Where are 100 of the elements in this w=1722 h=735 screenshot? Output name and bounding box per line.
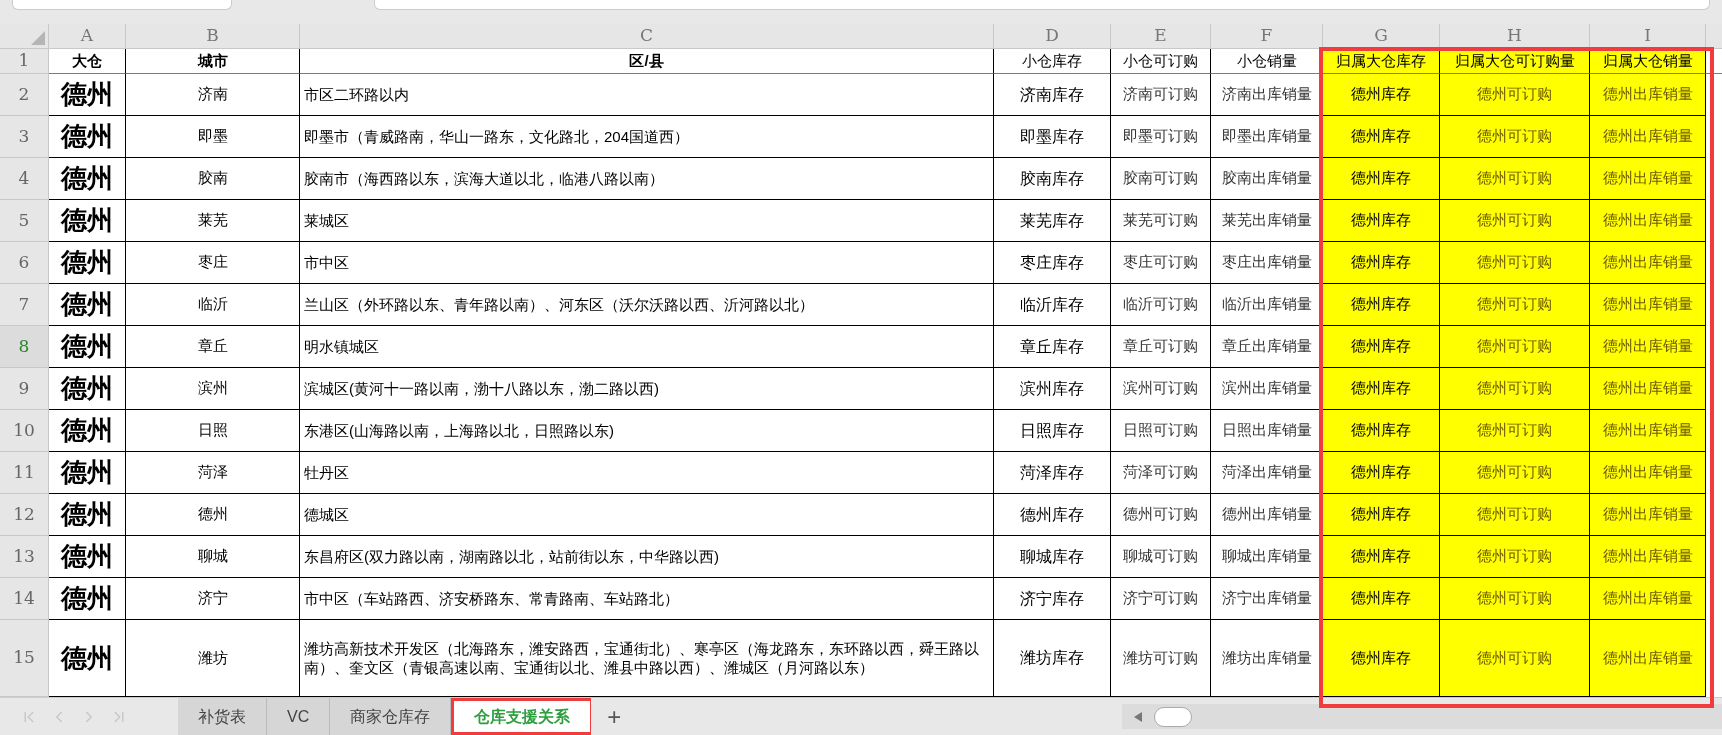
row-header[interactable]: 11 — [0, 452, 49, 494]
sheet-tab[interactable]: 仓库支援关系 — [451, 698, 592, 735]
column-title: 归属大仓库存 — [1323, 49, 1440, 74]
column-title: 区/县 — [300, 49, 994, 74]
table-cell: 德州可订购 — [1440, 116, 1590, 158]
table-cell: 德州 — [49, 242, 126, 284]
table-cell: 菏泽库存 — [994, 452, 1111, 494]
table-cell: 德城区 — [300, 494, 994, 536]
table-cell: 德州可订购 — [1440, 536, 1590, 578]
column-header[interactable]: B — [126, 24, 300, 49]
table-cell: 德州出库销量 — [1590, 74, 1706, 116]
table-cell: 德州 — [49, 116, 126, 158]
sheet-tab[interactable]: 补货表 — [178, 698, 267, 735]
table-cell: 德州库存 — [1323, 620, 1440, 697]
table-cell: 明水镇城区 — [300, 326, 994, 368]
table-cell: 胶南库存 — [994, 158, 1111, 200]
sheet-tab[interactable]: 商家仓库存 — [330, 698, 452, 735]
table-cell: 德州 — [49, 158, 126, 200]
table-cell: 日照 — [126, 410, 300, 452]
column-title: 归属大仓可订购量 — [1440, 49, 1590, 74]
table-cell: 东昌府区(双力路以南，湖南路以北，站前街以东，中华路以西) — [300, 536, 994, 578]
table-cell: 临沂库存 — [994, 284, 1111, 326]
table-cell: 德州出库销量 — [1590, 200, 1706, 242]
column-header[interactable]: E — [1111, 24, 1211, 49]
table-cell: 菏泽 — [126, 452, 300, 494]
table-cell: 德州库存 — [994, 494, 1111, 536]
table-cell: 日照库存 — [994, 410, 1111, 452]
column-header[interactable]: H — [1440, 24, 1590, 49]
table-cell: 德州库存 — [1323, 536, 1440, 578]
table-cell: 济宁可订购 — [1111, 578, 1211, 620]
table-cell: 德州 — [49, 494, 126, 536]
column-header[interactable]: G — [1323, 24, 1440, 49]
table-cell: 德州 — [49, 536, 126, 578]
table-cell: 德州可订购 — [1440, 242, 1590, 284]
table-cell: 德州 — [49, 410, 126, 452]
table-cell: 德州可订购 — [1440, 158, 1590, 200]
table-cell: 临沂 — [126, 284, 300, 326]
table-cell: 德州库存 — [1323, 200, 1440, 242]
table-cell: 德州 — [49, 284, 126, 326]
row-header[interactable]: 3 — [0, 116, 49, 158]
column-title: 大仓 — [49, 49, 126, 74]
column-title: 小仓可订购 — [1111, 49, 1211, 74]
table-cell: 潍坊高新技术开发区（北海路东，潍安路西，宝通街北）、寒亭区（海龙路东，东环路以西，舜王路以南）、奎文区（青银高速以南、宝通街以北、潍县中路以西）、潍城区（月河路以东） — [300, 620, 994, 697]
sheet-tab[interactable]: VC — [267, 698, 331, 735]
table-cell: 德州出库销量 — [1590, 620, 1706, 697]
table-cell: 市区二环路以内 — [300, 74, 994, 116]
table-cell: 德州出库销量 — [1590, 536, 1706, 578]
table-cell: 德州出库销量 — [1590, 158, 1706, 200]
table-cell: 济南库存 — [994, 74, 1111, 116]
row-header[interactable]: 5 — [0, 200, 49, 242]
row-header[interactable]: 4 — [0, 158, 49, 200]
row-header[interactable]: 9 — [0, 368, 49, 410]
column-header[interactable]: I — [1590, 24, 1706, 49]
column-header[interactable]: C — [300, 24, 994, 49]
row-header[interactable]: 1 — [0, 49, 49, 74]
table-cell: 德州可订购 — [1440, 284, 1590, 326]
table-cell: 德州可订购 — [1440, 74, 1590, 116]
table-cell: 菏泽可订购 — [1111, 452, 1211, 494]
table-cell: 德州可订购 — [1440, 494, 1590, 536]
table-cell: 枣庄 — [126, 242, 300, 284]
table-cell: 德州出库销量 — [1590, 242, 1706, 284]
table-cell: 德州出库销量 — [1590, 368, 1706, 410]
table-cell: 潍坊可订购 — [1111, 620, 1211, 697]
table-cell: 莱城区 — [300, 200, 994, 242]
column-header[interactable]: A — [49, 24, 126, 49]
table-cell: 德州 — [49, 452, 126, 494]
row-header[interactable]: 10 — [0, 410, 49, 452]
table-cell: 德州 — [49, 200, 126, 242]
row-header[interactable]: 2 — [0, 74, 49, 116]
column-header[interactable]: D — [994, 24, 1111, 49]
table-cell: 聊城可订购 — [1111, 536, 1211, 578]
table-cell: 市中区（车站路西、济安桥路东、常青路南、车站路北） — [300, 578, 994, 620]
table-cell: 德州 — [49, 368, 126, 410]
row-header[interactable]: 6 — [0, 242, 49, 284]
table-cell: 即墨 — [126, 116, 300, 158]
add-sheet-button[interactable]: + — [591, 698, 638, 735]
table-cell: 德州库存 — [1323, 578, 1440, 620]
table-cell: 德州出库销量 — [1590, 410, 1706, 452]
table-cell: 莱芜 — [126, 200, 300, 242]
row-header[interactable]: 7 — [0, 284, 49, 326]
table-cell: 德州库存 — [1323, 368, 1440, 410]
table-cell: 牡丹区 — [300, 452, 994, 494]
table-cell: 东港区(山海路以南，上海路以北，日照路以东) — [300, 410, 994, 452]
column-header[interactable]: F — [1211, 24, 1323, 49]
row-header[interactable]: 8 — [0, 326, 49, 368]
row-header[interactable]: 12 — [0, 494, 49, 536]
table-cell: 胶南 — [126, 158, 300, 200]
table-cell: 德州 — [49, 326, 126, 368]
column-title: 归属大仓销量 — [1590, 49, 1706, 74]
table-cell: 章丘可订购 — [1111, 326, 1211, 368]
table-cell: 滨州 — [126, 368, 300, 410]
row-header[interactable]: 13 — [0, 536, 49, 578]
table-cell: 德州库存 — [1323, 284, 1440, 326]
table-cell: 莱芜库存 — [994, 200, 1111, 242]
table-cell: 潍坊 — [126, 620, 300, 697]
table-cell: 德州库存 — [1323, 116, 1440, 158]
table-cell: 济南可订购 — [1111, 74, 1211, 116]
table-cell: 德州出库销量 — [1590, 284, 1706, 326]
row-header[interactable]: 14 — [0, 578, 49, 620]
row-header[interactable]: 15 — [0, 620, 49, 697]
